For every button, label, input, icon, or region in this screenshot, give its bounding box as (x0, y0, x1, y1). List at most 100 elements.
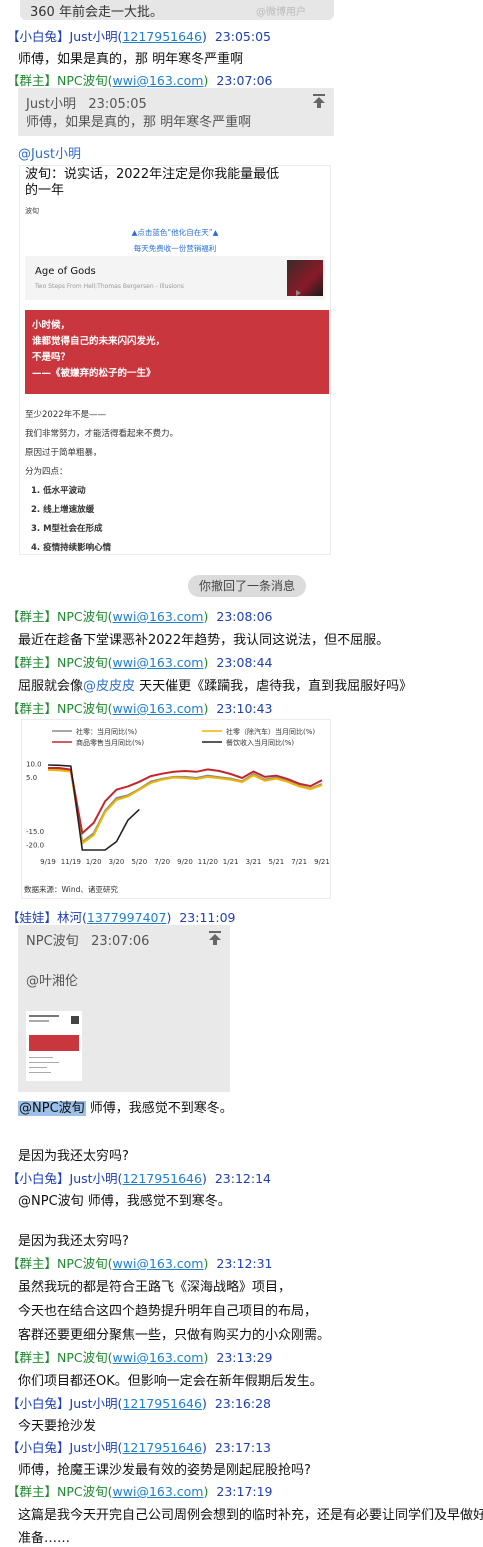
message-text: 虽然我玩的都是符合王路飞《深海战略》项目， (18, 1280, 292, 1295)
recall-notice: 你撤回了一条消息 (188, 575, 306, 597)
message-time: 23:07:06 (216, 73, 273, 88)
sender-email-link[interactable]: wwi@163.com (113, 655, 204, 670)
sender-name[interactable]: 林河 (57, 910, 82, 925)
x-tick-label: 11/19 (61, 858, 81, 866)
message-text: 师傅，如果是真的，那 明年寒冬严重啊 (18, 52, 244, 67)
album-cover (287, 260, 323, 296)
sender-email-link[interactable]: wwi@163.com (113, 73, 204, 88)
message-text: 是因为我还太穷吗? (18, 1234, 129, 1249)
message-header: 【小白兔】Just小明(1217951646) 23:12:14 (7, 1171, 271, 1186)
quoted-message[interactable]: Just小明 23:05:05 师傅，如果是真的，那 明年寒冬严重啊 (18, 88, 334, 136)
sender-id-link[interactable]: 1217951646 (122, 1396, 202, 1411)
sender-role: 【群主】 (7, 1256, 58, 1271)
sender-id-link[interactable]: 1217951646 (122, 1171, 202, 1186)
x-tick-label: 5/20 (131, 858, 147, 866)
sender-name[interactable]: NPC波旬 (57, 1256, 108, 1271)
x-tick-label: 3/21 (246, 858, 262, 866)
quoted-message[interactable]: NPC波旬 23:07:06 @叶湘伦 (18, 925, 230, 1092)
message-text: 师傅，抢魔王课沙发最有效的姿势是刚起屁股抢吗? (18, 1463, 311, 1478)
pin-icon[interactable] (312, 93, 326, 109)
message-time: 23:12:14 (214, 1171, 271, 1186)
x-tick-label: 7/20 (154, 858, 170, 866)
sender-role: 【群主】 (7, 609, 58, 624)
x-tick-label: 1/21 (223, 858, 239, 866)
quote-card: 小时候， 谁都觉得自己的未来闪闪发光， 不是吗？ ——《被嫌弃的松子的一生》 (25, 310, 329, 394)
sender-role: 【小白兔】 (7, 1171, 70, 1186)
message-text: 这篇是我今天开完自己公司周例会想到的临时补充，还是有必要让同学们及早做好 (18, 1508, 483, 1523)
sender-role: 【群主】 (7, 1484, 58, 1499)
quote-thumbnail[interactable] (26, 1011, 82, 1081)
sender-email-link[interactable]: wwi@163.com (113, 609, 204, 624)
mention-link[interactable]: @皮皮皮 (83, 679, 135, 694)
series-line (47, 768, 323, 845)
y-tick-label: 10.0 (26, 760, 42, 768)
music-title: Age of Gods (35, 266, 96, 277)
x-tick-label: 3/20 (109, 858, 125, 866)
sender-email-link[interactable]: wwi@163.com (113, 1256, 204, 1271)
sender-id-link[interactable]: 1217951646 (122, 29, 202, 44)
sender-id-link[interactable]: 1377997407 (87, 910, 167, 925)
sender-email-link[interactable]: wwi@163.com (113, 701, 204, 716)
legend-label: 商品零售当月同比(%) (76, 738, 144, 747)
mention-link[interactable]: @Just小明 (18, 143, 81, 162)
play-icon[interactable] (296, 290, 301, 296)
message-text: @NPC波旬 师傅，我感觉不到寒冬。 (18, 1101, 233, 1116)
sender-email-link[interactable]: wwi@163.com (113, 1350, 204, 1365)
message-time: 23:11:09 (179, 910, 236, 925)
pin-icon[interactable] (208, 930, 222, 946)
message-header: 【小白兔】Just小明(1217951646) 23:16:28 (7, 1396, 271, 1411)
message-time: 23:08:06 (216, 609, 273, 624)
music-subtitle: Two Steps From Hell;Thomas Bergersen - I… (35, 283, 184, 290)
quote-author: Just小明 23:05:05 (26, 97, 147, 112)
quote-author: NPC波旬 23:07:06 (26, 934, 150, 949)
message-header: 【群主】NPC波旬(wwi@163.com) 23:07:06 (7, 73, 273, 88)
sender-name[interactable]: NPC波旬 (57, 1350, 108, 1365)
message-time: 23:13:29 (216, 1350, 273, 1365)
article-author: 波旬 (25, 207, 39, 215)
sender-email-link[interactable]: wwi@163.com (113, 1484, 204, 1499)
sender-name[interactable]: Just小明 (70, 1396, 118, 1411)
message-header: 【群主】NPC波旬(wwi@163.com) 23:08:44 (7, 655, 273, 670)
message-text: @NPC波旬 师傅，我感觉不到寒冬。 (18, 1194, 231, 1209)
sender-name[interactable]: NPC波旬 (57, 1484, 108, 1499)
sender-role: 【群主】 (7, 1350, 58, 1365)
sender-name[interactable]: NPC波旬 (57, 609, 108, 624)
mention-link[interactable]: @NPC波旬 (18, 1101, 86, 1116)
sender-id-link[interactable]: 1217951646 (122, 1440, 202, 1455)
sender-name[interactable]: Just小明 (70, 1171, 118, 1186)
list-item: 2. 线上增速放缓 (31, 505, 95, 515)
y-tick-label: -15.0 (26, 828, 44, 836)
shared-article-card[interactable]: 波旬：说实话，2022年注定是你我能量最低 的一年 波旬 ▲点击蓝色“他化自在天”… (20, 166, 330, 554)
sender-name[interactable]: Just小明 (70, 29, 118, 44)
sender-name[interactable]: NPC波旬 (57, 655, 108, 670)
message-time: 23:08:44 (216, 655, 273, 670)
y-tick-label: -20.0 (26, 842, 44, 850)
sender-role: 【群主】 (7, 701, 58, 716)
message-text: 准备…… (18, 1531, 71, 1546)
sender-name[interactable]: NPC波旬 (57, 701, 108, 716)
message-text: 是因为我还太穷吗? (18, 1149, 129, 1164)
sender-name[interactable]: NPC波旬 (57, 73, 108, 88)
message-header: 【群主】NPC波旬(wwi@163.com) 23:17:19 (7, 1484, 273, 1499)
message-time: 23:17:13 (214, 1440, 271, 1455)
x-tick-label: 7/21 (291, 858, 307, 866)
message-header: 【小白兔】Just小明(1217951646) 23:17:13 (7, 1440, 271, 1455)
chart-image[interactable]: 社零：当月同比(%) 社零（除汽车）当月同比(%) 商品零售当月同比(%) 餐饮收入当… (22, 720, 330, 898)
quote-text: 师傅，如果是真的，那 明年寒冬严重啊 (26, 115, 252, 130)
message-header: 【群主】NPC波旬(wwi@163.com) 23:08:06 (7, 609, 273, 624)
x-tick-label: 5/21 (268, 858, 284, 866)
message-header: 【娃娃】林河(1377997407) 23:11:09 (7, 910, 236, 925)
watermark-text: @微博用户 (256, 7, 306, 18)
legend-label: 社零：当月同比(%) (76, 727, 137, 736)
article-title: 波旬：说实话，2022年注定是你我能量最低 的一年 (25, 167, 280, 198)
sender-name[interactable]: Just小明 (70, 1440, 118, 1455)
x-tick-label: 9/20 (177, 858, 193, 866)
quote-mention: @叶湘伦 (26, 974, 79, 989)
message-time: 23:05:05 (214, 29, 271, 44)
message-text: 你们项目都还OK。但影响一定会在新年假期后发生。 (18, 1374, 323, 1389)
message-text: 最近在趁备下堂课恶补2022年趋势，我认同这说法，但不屈服。 (18, 633, 390, 648)
line-chart: 社零：当月同比(%) 社零（除汽车）当月同比(%) 商品零售当月同比(%) 餐饮收入当… (24, 727, 330, 894)
music-player[interactable]: Age of Gods Two Steps From Hell;Thomas B… (25, 256, 325, 300)
chart-source: 数据来源：Wind、诸亚研究 (24, 884, 118, 894)
message-text: 屈服就会像@皮皮皮 天天催更《蹂躏我，虐待我，直到我屈服好吗》 (18, 679, 413, 694)
